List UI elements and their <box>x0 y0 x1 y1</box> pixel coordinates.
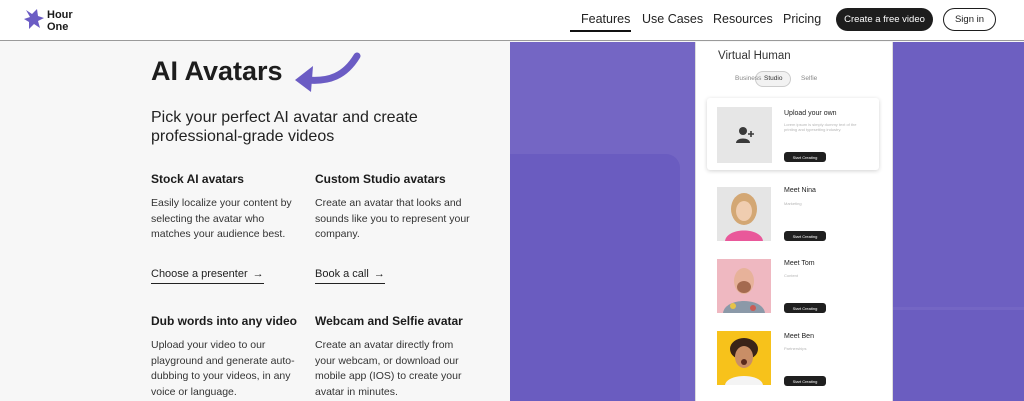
feature-heading-dub: Dub words into any video <box>151 314 298 328</box>
curved-arrow-icon <box>295 52 361 92</box>
logo-line1: Hour <box>47 9 73 21</box>
avatar-nina-name: Meet Nina <box>784 187 816 194</box>
nav-features[interactable]: Features <box>581 12 630 26</box>
avatar-tom-illustration <box>717 259 771 313</box>
nav-resources[interactable]: Resources <box>713 12 773 26</box>
upload-own-desc: Lorem ipsum is simply dummy text of the … <box>784 122 857 132</box>
decor-card-right-top <box>893 42 1024 307</box>
arrow-right-icon: → <box>252 268 264 280</box>
hero-subtitle: Pick your perfect AI avatar and create p… <box>151 109 418 145</box>
avatar-tom-name: Meet Tom <box>784 260 815 267</box>
nina-start-creating-button[interactable]: Start Creating <box>784 231 826 241</box>
hourone-logo-icon <box>24 9 44 29</box>
avatar-nina-image <box>717 187 771 241</box>
upload-start-creating-button[interactable]: Start Creating <box>784 152 826 162</box>
feature-body-custom: Create an avatar that looks and sounds l… <box>315 197 470 240</box>
avatar-ben-name: Meet Ben <box>784 333 814 340</box>
create-free-video-button[interactable]: Create a free video <box>836 8 933 31</box>
add-user-icon <box>736 127 754 143</box>
feature-body-stock: Easily localize your content by selectin… <box>151 197 292 240</box>
avatar-nina-illustration <box>717 187 771 241</box>
avatar-ben-image <box>717 331 771 385</box>
top-navbar: Hour One Features Use Cases Resources Pr… <box>0 0 1024 41</box>
tab-studio[interactable]: Studio <box>764 75 782 82</box>
upload-own-title: Upload your own <box>784 110 837 117</box>
nav-active-underline <box>570 30 631 32</box>
avatar-ben-role: Partnerships <box>784 346 807 351</box>
page-title: AI Avatars <box>151 56 283 86</box>
avatar-tom-role: Content <box>784 273 799 278</box>
decor-card-left <box>510 154 680 401</box>
nav-use-cases[interactable]: Use Cases <box>642 12 703 26</box>
tab-business[interactable]: Business <box>735 75 761 82</box>
avatar-tom-image <box>717 259 771 313</box>
avatar-nina-role: Marketing <box>784 201 802 206</box>
feature-heading-stock: Stock AI avatars <box>151 172 244 186</box>
panel-title: Virtual Human <box>718 50 791 62</box>
choose-presenter-label: Choose a presenter <box>151 268 248 280</box>
choose-presenter-link[interactable]: Choose a presenter → <box>151 268 264 284</box>
sign-in-button[interactable]: Sign in <box>943 8 996 31</box>
feature-body-dub: Upload your video to our playground and … <box>151 339 295 398</box>
feature-heading-webcam: Webcam and Selfie avatar <box>315 314 463 328</box>
tab-selfie[interactable]: Selfie <box>801 75 817 82</box>
logo-line2: One <box>47 21 69 33</box>
avatar-ben-illustration <box>717 331 771 385</box>
ben-start-creating-button[interactable]: Start Creating <box>784 376 826 386</box>
arrow-right-icon: → <box>373 268 385 280</box>
feature-body-webcam: Create an avatar directly from your webc… <box>315 339 462 398</box>
hourone-logo[interactable]: Hour One <box>23 8 93 34</box>
feature-heading-custom: Custom Studio avatars <box>315 172 446 186</box>
tom-start-creating-button[interactable]: Start Creating <box>784 303 826 313</box>
book-call-link[interactable]: Book a call → <box>315 268 385 284</box>
upload-placeholder[interactable] <box>717 107 772 163</box>
nav-pricing[interactable]: Pricing <box>783 12 821 26</box>
decor-card-right-bottom <box>890 310 1024 401</box>
book-call-label: Book a call <box>315 268 369 280</box>
